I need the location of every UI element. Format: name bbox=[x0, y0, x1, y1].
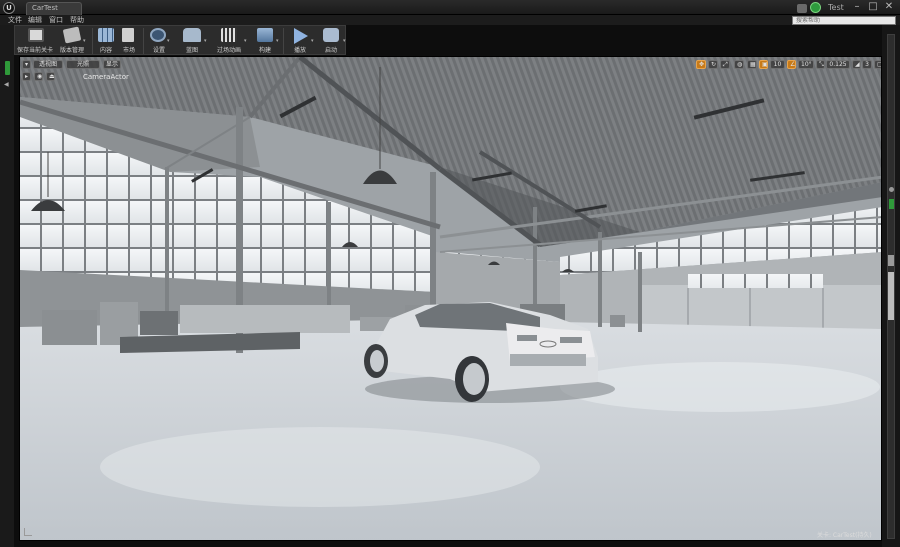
dropdown-arrow-icon: ▾ bbox=[343, 38, 346, 44]
camera-speed-value[interactable]: 3 bbox=[862, 60, 872, 69]
scale-mode-icon[interactable]: ⤢ bbox=[720, 60, 730, 69]
blueprint-icon bbox=[183, 28, 201, 42]
maximize-button[interactable]: □ bbox=[866, 1, 880, 13]
toolbar-separator bbox=[143, 28, 144, 54]
show-button[interactable]: 显示 bbox=[103, 60, 121, 69]
source-control-icon bbox=[62, 26, 82, 44]
level-viewport[interactable]: ▾ 透视图 光照 显示 ▸ ◉ ⏏ CameraActor ✥ ↻ ⤢ ◍ ▦ … bbox=[19, 56, 882, 541]
grid-snap-value[interactable]: 10 bbox=[770, 60, 785, 69]
settings-icon bbox=[150, 28, 166, 42]
pilot-icon[interactable]: ▸ bbox=[22, 72, 31, 81]
build-button[interactable]: 构建 ▾ bbox=[250, 26, 280, 56]
cinematics-icon bbox=[221, 28, 237, 42]
minimize-button[interactable]: – bbox=[850, 1, 864, 13]
marketplace-icon bbox=[122, 28, 134, 42]
cinematics-button[interactable]: 过场动画 ▾ bbox=[209, 26, 249, 56]
eject-icon[interactable]: ⏏ bbox=[46, 72, 55, 81]
menu-window[interactable]: 窗口 bbox=[49, 15, 63, 25]
dropdown-arrow-icon: ▾ bbox=[167, 38, 170, 44]
dropdown-arrow-icon: ▾ bbox=[244, 38, 247, 44]
left-panel: ◀ bbox=[0, 25, 14, 547]
camera-icon[interactable]: ◉ bbox=[34, 72, 43, 81]
help-search-input[interactable]: 搜索帮助 bbox=[792, 16, 896, 25]
play-icon bbox=[294, 28, 308, 44]
right-scrollbar-handle-top[interactable] bbox=[888, 255, 894, 266]
grid-snap-icon[interactable]: ▣ bbox=[759, 60, 768, 69]
details-tab-icon[interactable] bbox=[889, 199, 894, 209]
dropdown-arrow-icon: ▾ bbox=[204, 38, 207, 44]
current-level-label: 关卡: CarTest(持久) bbox=[817, 532, 872, 539]
project-icon bbox=[810, 2, 821, 13]
main-toolbar: 保存当前关卡 版本管理 ▾ 内容 市场 设置 ▾ 蓝图 ▾ 过场动画 ▾ 构建 … bbox=[14, 25, 346, 55]
surface-snap-icon[interactable]: ▦ bbox=[747, 60, 757, 69]
right-scrollbar-thumb[interactable] bbox=[888, 272, 894, 320]
warehouse-scene bbox=[20, 57, 881, 540]
dropdown-arrow-icon: ▾ bbox=[276, 38, 279, 44]
settings-button[interactable]: 设置 ▾ bbox=[146, 26, 172, 56]
build-icon bbox=[257, 28, 273, 42]
close-button[interactable]: ✕ bbox=[882, 1, 896, 13]
maximize-viewport-icon[interactable]: ▢ bbox=[874, 60, 881, 69]
rotation-snap-icon[interactable]: ∠ bbox=[787, 60, 796, 69]
dropdown-arrow-icon: ▾ bbox=[83, 38, 86, 44]
rotation-snap-value[interactable]: 10° bbox=[798, 60, 814, 69]
world-space-icon[interactable]: ◍ bbox=[734, 60, 744, 69]
menu-file[interactable]: 文件 bbox=[8, 15, 22, 25]
menu-bar: 文件 编辑 窗口 帮助 bbox=[0, 15, 900, 25]
play-button[interactable]: 播放 ▾ bbox=[285, 26, 315, 56]
notification-icon[interactable] bbox=[797, 4, 807, 13]
menu-edit[interactable]: 编辑 bbox=[28, 15, 42, 25]
marketplace-button[interactable]: 市场 bbox=[118, 26, 140, 56]
content-button[interactable]: 内容 bbox=[95, 26, 117, 56]
blueprints-button[interactable]: 蓝图 ▾ bbox=[175, 26, 209, 56]
dropdown-arrow-icon: ▾ bbox=[311, 38, 314, 44]
unreal-logo-icon: U bbox=[3, 2, 15, 14]
launch-icon bbox=[323, 28, 339, 42]
covered-pallet bbox=[180, 305, 350, 333]
toolbar-separator bbox=[92, 28, 93, 54]
scale-snap-icon[interactable]: ⤡ bbox=[816, 60, 825, 69]
level-tab[interactable]: CarTest bbox=[26, 2, 82, 15]
menu-help[interactable]: 帮助 bbox=[70, 15, 84, 25]
launch-button[interactable]: 启动 ▾ bbox=[315, 26, 347, 56]
toolbar-separator bbox=[283, 28, 284, 54]
viewport-mode-button[interactable]: 透视图 bbox=[33, 60, 63, 69]
title-bar: U CarTest Test – □ ✕ bbox=[0, 0, 900, 15]
scale-snap-value[interactable]: 0.125 bbox=[826, 60, 850, 69]
project-name: Test bbox=[828, 3, 844, 12]
content-icon bbox=[98, 28, 114, 42]
save-icon bbox=[28, 28, 44, 42]
select-mode-icon[interactable]: ✥ bbox=[696, 60, 706, 69]
modes-tab-icon[interactable] bbox=[5, 61, 10, 75]
rotate-mode-icon[interactable]: ↻ bbox=[708, 60, 718, 69]
crate-stack bbox=[42, 310, 97, 345]
axis-indicator-icon bbox=[24, 528, 32, 536]
view-mode-button[interactable]: 光照 bbox=[66, 60, 100, 69]
world-outliner-icon[interactable] bbox=[889, 187, 894, 192]
pilot-actor-label: CameraActor bbox=[83, 73, 129, 81]
save-current-level-button[interactable]: 保存当前关卡 bbox=[15, 26, 55, 56]
camera-speed-icon[interactable]: ◢ bbox=[852, 60, 861, 69]
collapse-arrow-icon[interactable]: ◀ bbox=[4, 81, 9, 88]
viewport-menu-button[interactable]: ▾ bbox=[22, 60, 31, 69]
source-control-button[interactable]: 版本管理 ▾ bbox=[55, 26, 89, 56]
